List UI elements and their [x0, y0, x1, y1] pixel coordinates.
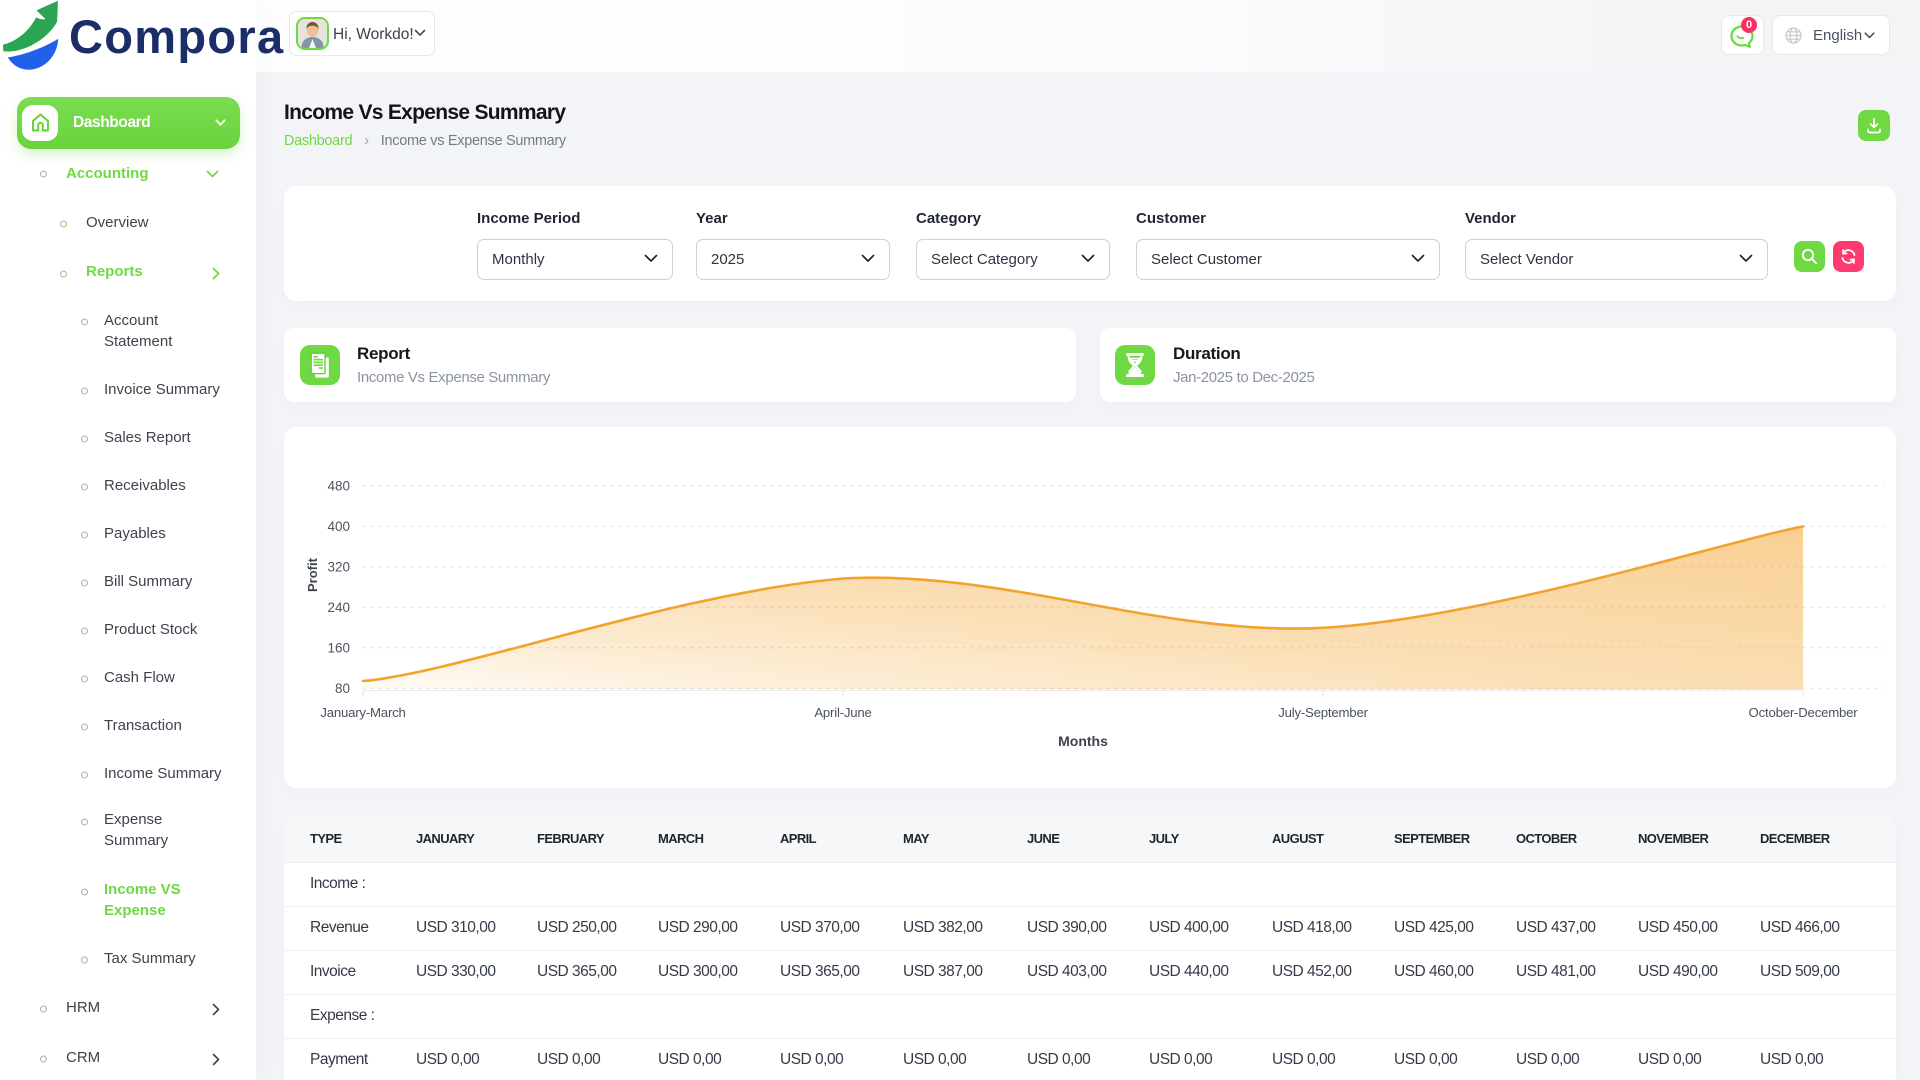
svg-text:July-September: July-September: [1278, 705, 1368, 720]
svg-text:January-March: January-March: [320, 705, 405, 720]
svg-text:320: 320: [327, 560, 350, 575]
svg-text:Profit: Profit: [305, 557, 320, 592]
svg-text:240: 240: [327, 600, 350, 615]
svg-text:480: 480: [327, 479, 350, 494]
svg-text:April-June: April-June: [814, 705, 871, 720]
svg-text:October-December: October-December: [1749, 705, 1859, 720]
svg-text:Months: Months: [1058, 733, 1108, 749]
svg-text:80: 80: [335, 681, 350, 696]
svg-text:160: 160: [327, 641, 350, 656]
svg-text:400: 400: [327, 519, 350, 534]
